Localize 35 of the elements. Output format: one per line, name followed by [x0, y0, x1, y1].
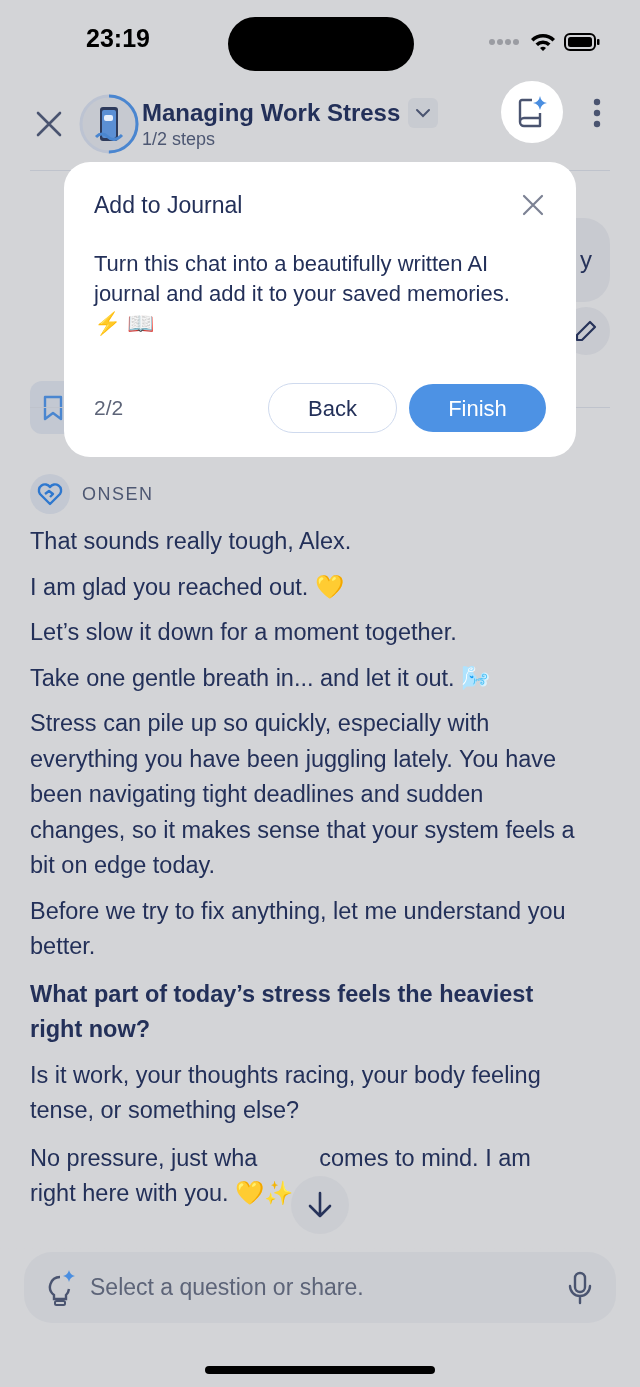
more-icon[interactable]: [592, 96, 602, 130]
arrow-down-icon: [307, 1191, 333, 1219]
book-sparkle-icon: [516, 95, 548, 129]
chevron-down-icon: [415, 108, 432, 118]
message-input[interactable]: Select a question or share.: [90, 1270, 554, 1305]
assistant-avatar: [30, 474, 70, 514]
step-indicator: 2/2: [94, 395, 125, 422]
microphone-icon[interactable]: [568, 1270, 592, 1305]
message-text: Stress can pile up so quickly, especially with everything you have been juggling lately. You have been navigating tight deadlines and sudden changes, so it makes sense that your system feels a bit on edge today.: [30, 709, 576, 880]
input-field[interactable]: Select a question or share.: [24, 1252, 616, 1323]
signal-icon: [488, 37, 522, 47]
chat-title: Managing Work Stress: [142, 98, 401, 128]
message-text: Is it work, your thoughts racing, your body feeling tense, or something else?: [30, 1060, 542, 1125]
pencil-icon: [574, 319, 598, 343]
message-text: comes to mind. I am: [319, 1143, 531, 1173]
lightbulb-icon: [48, 1268, 76, 1307]
progress-ring: [78, 93, 140, 155]
dropdown-button[interactable]: [408, 98, 439, 128]
bookmark-icon: [43, 394, 63, 421]
message-text: Take one gentle breath in... and let it out. 🌬: [30, 663, 492, 693]
dialog-title: Add to Journal: [94, 191, 243, 220]
back-button[interactable]: Back: [268, 383, 397, 433]
step-count: 1/2 steps: [142, 128, 217, 150]
question-text: What part of today’s stress feels the heaviest right now?: [30, 979, 535, 1044]
sender-name: ONSEN: [82, 482, 154, 506]
wifi-icon: [530, 32, 556, 52]
message-text: Let’s slow it down for a moment together.: [30, 618, 458, 647]
message-text: No pressure, just wha: [30, 1143, 258, 1173]
battery-icon: [564, 33, 600, 51]
message-text: That sounds really tough, Alex.: [30, 527, 353, 556]
message-text: right here with you. 💛✨: [30, 1179, 294, 1208]
status-time: 23:19: [86, 23, 150, 55]
message-text: I am glad you reached out. 💛: [30, 572, 345, 602]
message-text: Before we try to fix anything, let me understand you better.: [30, 896, 567, 961]
close-button[interactable]: [34, 109, 64, 139]
